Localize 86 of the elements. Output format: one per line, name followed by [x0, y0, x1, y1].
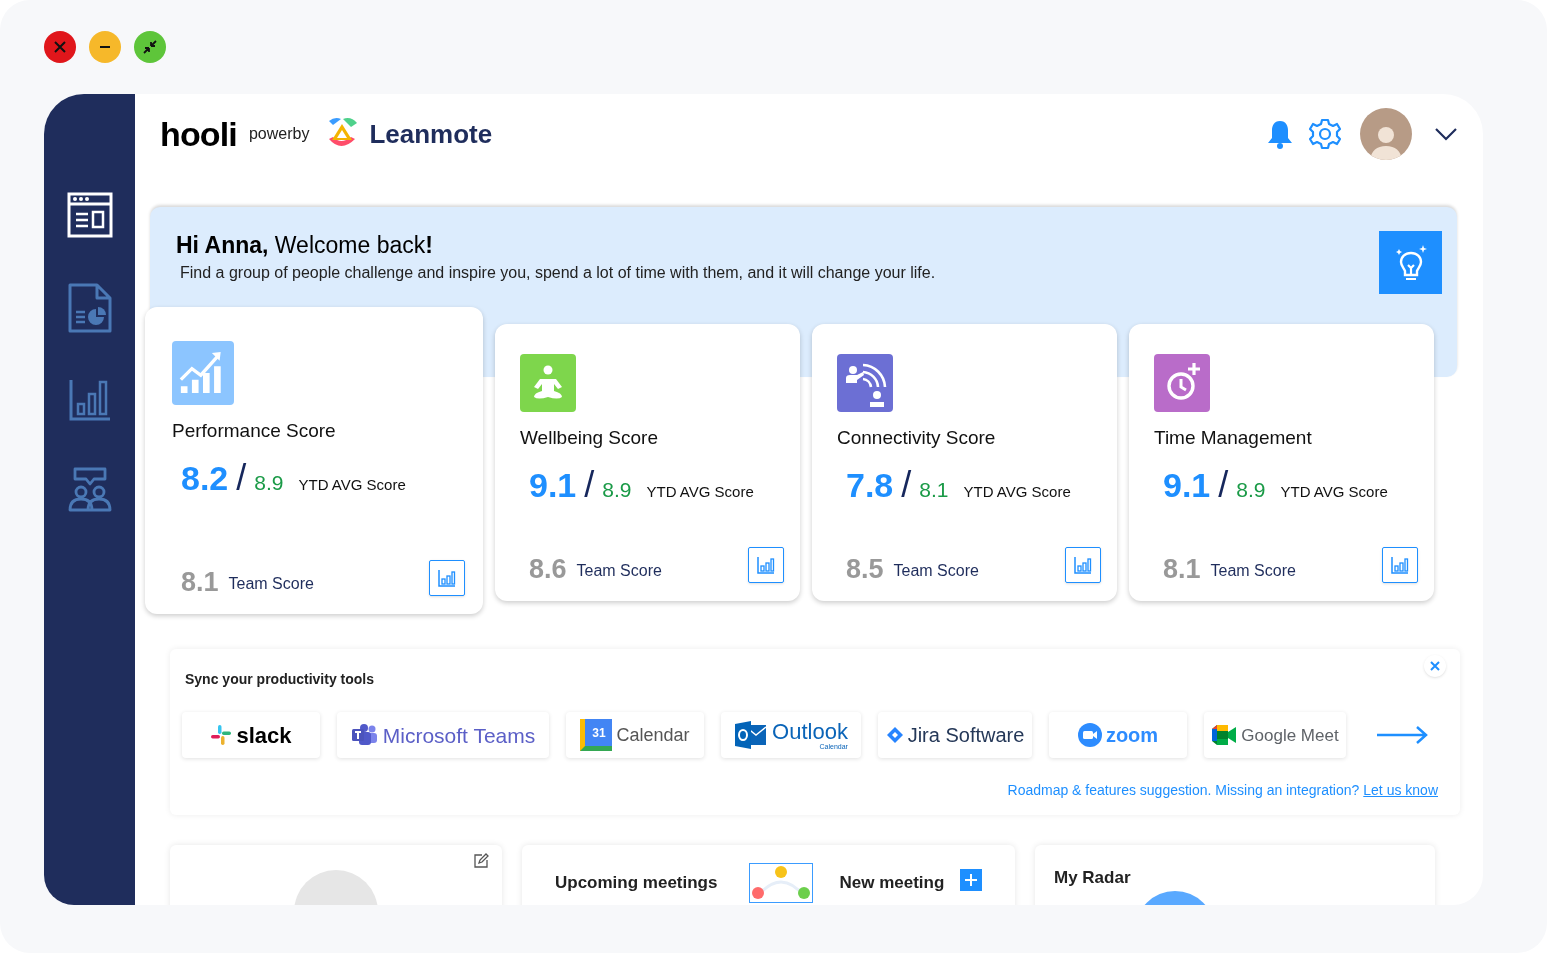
- integration-tile[interactable]: zoom: [1049, 712, 1187, 759]
- chevron-down-icon[interactable]: [1434, 127, 1458, 141]
- tool-name: Microsoft Teams: [382, 722, 536, 749]
- settings-icon[interactable]: [1308, 117, 1342, 151]
- plus-icon: [964, 873, 979, 887]
- tool-name: Jira Software: [907, 723, 1025, 749]
- add-meeting-button[interactable]: [960, 869, 983, 891]
- welcome-message: Find a group of people challenge and inspire you, spend a lot of time with them, and it will change your life.: [180, 263, 937, 283]
- calendar-day-number: 31: [592, 725, 606, 742]
- bar-chart-icon: [756, 555, 776, 576]
- score-separator: /: [236, 460, 247, 496]
- team-chat-icon[interactable]: [66, 466, 113, 512]
- dashboard-icon[interactable]: [66, 192, 113, 238]
- bar-chart-icon: [1390, 555, 1410, 576]
- tool-name: slack: [236, 722, 292, 750]
- collapse-arrows-icon: [142, 39, 158, 55]
- radar-title: My Radar: [1054, 868, 1131, 887]
- ytd-score-value: 8.9: [602, 477, 632, 503]
- tool-name: Outlook: [772, 721, 848, 743]
- new-meeting-label: New meeting: [839, 872, 945, 894]
- tool-name: Google Meet: [1241, 724, 1339, 747]
- score-value: 9.1: [529, 468, 577, 502]
- report-icon[interactable]: [66, 282, 113, 334]
- upcoming-meetings-title: Upcoming meetings: [555, 872, 718, 894]
- tool-name: zoom: [1105, 723, 1159, 749]
- integration-tile[interactable]: Google Meet: [1204, 712, 1346, 759]
- ytd-score-value: 8.9: [1236, 477, 1266, 503]
- team-score-label: Team Score: [893, 561, 979, 582]
- chart-button[interactable]: [748, 547, 784, 584]
- score-title: Performance Score: [172, 419, 337, 444]
- video-camera-logo-icon: [1211, 724, 1238, 747]
- slack-logo-icon: [210, 724, 233, 747]
- chart-button[interactable]: [1382, 547, 1418, 584]
- bell-icon[interactable]: [1265, 118, 1295, 150]
- let-us-know-link[interactable]: Let us know: [1363, 780, 1438, 802]
- team-score-value: 8.1: [1163, 556, 1201, 584]
- score-separator: /: [901, 467, 912, 503]
- right-arrow-icon: [1375, 725, 1429, 746]
- ytd-score-value: 8.9: [254, 470, 284, 496]
- team-score-label: Team Score: [228, 574, 314, 595]
- integration-tile[interactable]: Microsoft Teams: [337, 712, 549, 759]
- score-value: 7.8: [846, 468, 894, 502]
- brand-logo: hooli: [160, 117, 237, 151]
- envelope-logo-icon: [734, 721, 769, 750]
- ytd-score-label: YTD AVG Score: [963, 482, 1071, 502]
- score-separator: /: [584, 467, 595, 503]
- ytd-score-label: YTD AVG Score: [298, 475, 406, 495]
- score-title: Wellbeing Score: [520, 426, 659, 451]
- score-title: Connectivity Score: [837, 426, 997, 451]
- chart-button[interactable]: [1065, 547, 1101, 584]
- team-score-label: Team Score: [1210, 561, 1296, 582]
- team-score-value: 8.6: [529, 556, 567, 584]
- diamond-logo-icon: [885, 726, 904, 745]
- integration-tile[interactable]: 31 Calendar: [566, 712, 704, 759]
- people-logo-icon: [350, 723, 379, 748]
- edit-icon[interactable]: [473, 853, 489, 869]
- integration-tile[interactable]: slack: [182, 712, 320, 759]
- product-name: Leanmote: [369, 117, 493, 151]
- integration-tile[interactable]: Jira Software: [878, 712, 1032, 759]
- sync-tools-title: Sync your productivity tools: [185, 670, 376, 690]
- fullscreen-button[interactable]: [134, 31, 166, 63]
- team-score-value: 8.1: [181, 569, 219, 597]
- chart-button[interactable]: [429, 560, 465, 597]
- bar-chart-icon[interactable]: [67, 378, 112, 422]
- powered-by-text: powerby: [248, 124, 310, 144]
- close-icon[interactable]: [1424, 655, 1446, 678]
- score-value: 8.2: [181, 461, 229, 495]
- integration-suggestion-text: Roadmap & features suggestion. Missing an integration?: [1007, 781, 1360, 801]
- minimize-button[interactable]: [89, 31, 121, 63]
- score-value: 9.1: [1163, 468, 1211, 502]
- close-button[interactable]: [44, 31, 76, 63]
- team-score-value: 8.5: [846, 556, 884, 584]
- ytd-score-value: 8.1: [919, 477, 949, 503]
- score-separator: /: [1218, 467, 1229, 503]
- score-title: Time Management: [1154, 426, 1313, 451]
- user-avatar[interactable]: [1360, 108, 1412, 160]
- video-camera-logo-icon: [1077, 723, 1102, 748]
- bar-chart-icon: [1073, 555, 1093, 576]
- bar-chart-icon: [437, 568, 457, 589]
- ytd-score-label: YTD AVG Score: [1280, 482, 1388, 502]
- team-score-label: Team Score: [576, 561, 662, 582]
- close-icon: [53, 40, 67, 54]
- welcome-heading: Hi Anna, Welcome back!: [176, 231, 434, 259]
- idea-button[interactable]: [1379, 231, 1442, 294]
- tool-name: Calendar: [616, 724, 690, 747]
- ytd-score-label: YTD AVG Score: [646, 482, 754, 502]
